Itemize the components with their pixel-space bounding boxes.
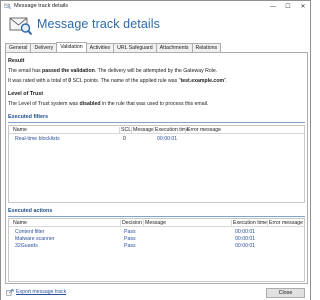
tab-url-safeguard[interactable]: URL Safeguard bbox=[113, 43, 157, 52]
action-decision: Pass bbox=[124, 243, 136, 249]
filter-scl: 0 bbox=[123, 136, 126, 142]
executed-filters-title: Executed filters bbox=[8, 114, 49, 120]
action-time: 00:00:01 bbox=[235, 229, 256, 235]
executed-actions-title: Executed actions bbox=[8, 208, 53, 214]
action-name: 32Guards bbox=[15, 243, 38, 249]
close-window-button[interactable]: ✕ bbox=[296, 1, 310, 12]
action-name: Content filter bbox=[15, 229, 45, 235]
maximize-button[interactable]: ☐ bbox=[281, 1, 295, 12]
title-bar[interactable]: Message track details — ☐ ✕ bbox=[1, 1, 310, 12]
col-message[interactable]: Message bbox=[133, 127, 154, 133]
trust-line: The Level of Trust system was disabled i… bbox=[8, 101, 209, 107]
col-scl[interactable]: SCL bbox=[121, 127, 131, 133]
envelope-magnifier-icon bbox=[4, 3, 11, 9]
filter-time: 00:00:01 bbox=[157, 136, 178, 142]
trust-heading: Level of Trust bbox=[8, 91, 44, 97]
envelope-magnifier-icon bbox=[9, 17, 33, 36]
action-decision: Pass bbox=[124, 236, 136, 242]
window-title: Message track details bbox=[14, 3, 69, 9]
executed-actions-table[interactable]: Name Decision Message Execution time Err… bbox=[8, 218, 305, 282]
tab-validation[interactable]: Validation bbox=[56, 42, 87, 52]
tab-activities[interactable]: Activities bbox=[85, 43, 115, 52]
result-line-2: It was rated with a total of 0 SCL point… bbox=[8, 78, 228, 84]
col-execution-time[interactable]: Execution time bbox=[155, 127, 189, 133]
export-message-track-link[interactable]: Export message track bbox=[16, 289, 66, 295]
result-line-1: The email has passed the validation. The… bbox=[8, 68, 218, 74]
col-decision[interactable]: Decision bbox=[122, 220, 142, 226]
action-decision: Pass bbox=[124, 229, 136, 235]
close-button[interactable]: Close bbox=[266, 288, 305, 298]
dialog-header: Message track details bbox=[1, 12, 310, 42]
validation-panel: Result The email has passed the validati… bbox=[5, 52, 308, 284]
action-name: Malware scanner bbox=[15, 236, 55, 242]
export-icon bbox=[6, 289, 14, 296]
col-execution-time[interactable]: Execution time bbox=[233, 220, 267, 226]
executed-filters-divider bbox=[8, 122, 305, 123]
table-row[interactable]: Content filter Pass 00:00:01 bbox=[9, 229, 304, 235]
minimize-button[interactable]: — bbox=[266, 1, 280, 12]
executed-actions-divider bbox=[8, 216, 305, 217]
executed-filters-header: Name SCL Message Execution time Error me… bbox=[9, 126, 304, 134]
filter-name: Real-time blocklists bbox=[15, 136, 60, 142]
action-time: 00:00:01 bbox=[235, 243, 256, 249]
action-time: 00:00:01 bbox=[235, 236, 256, 242]
message-track-details-window: Message track details — ☐ ✕ Message trac… bbox=[0, 0, 311, 300]
tab-relations[interactable]: Relations bbox=[191, 43, 222, 52]
col-message[interactable]: Message bbox=[145, 220, 166, 226]
table-row[interactable]: 32Guards Pass 00:00:01 bbox=[9, 243, 304, 249]
col-error-message[interactable]: Error message bbox=[269, 220, 303, 226]
dialog-footer: Export message track Close bbox=[1, 285, 310, 300]
tab-general[interactable]: General bbox=[5, 43, 32, 52]
executed-filters-table[interactable]: Name SCL Message Execution time Error me… bbox=[8, 125, 305, 203]
result-heading: Result bbox=[8, 58, 25, 64]
col-name[interactable]: Name bbox=[13, 127, 27, 133]
col-error-message[interactable]: Error message bbox=[187, 127, 221, 133]
dialog-title: Message track details bbox=[37, 17, 160, 31]
tab-attachments[interactable]: Attachments bbox=[155, 43, 193, 52]
tab-delivery[interactable]: Delivery bbox=[30, 43, 58, 52]
table-row[interactable]: Malware scanner Pass 00:00:01 bbox=[9, 236, 304, 242]
table-row[interactable]: Real-time blocklists 0 00:00:01 bbox=[9, 136, 304, 142]
tab-strip: General Delivery Validation Activities U… bbox=[5, 42, 222, 52]
executed-actions-header: Name Decision Message Execution time Err… bbox=[9, 219, 304, 227]
col-name[interactable]: Name bbox=[13, 220, 27, 226]
